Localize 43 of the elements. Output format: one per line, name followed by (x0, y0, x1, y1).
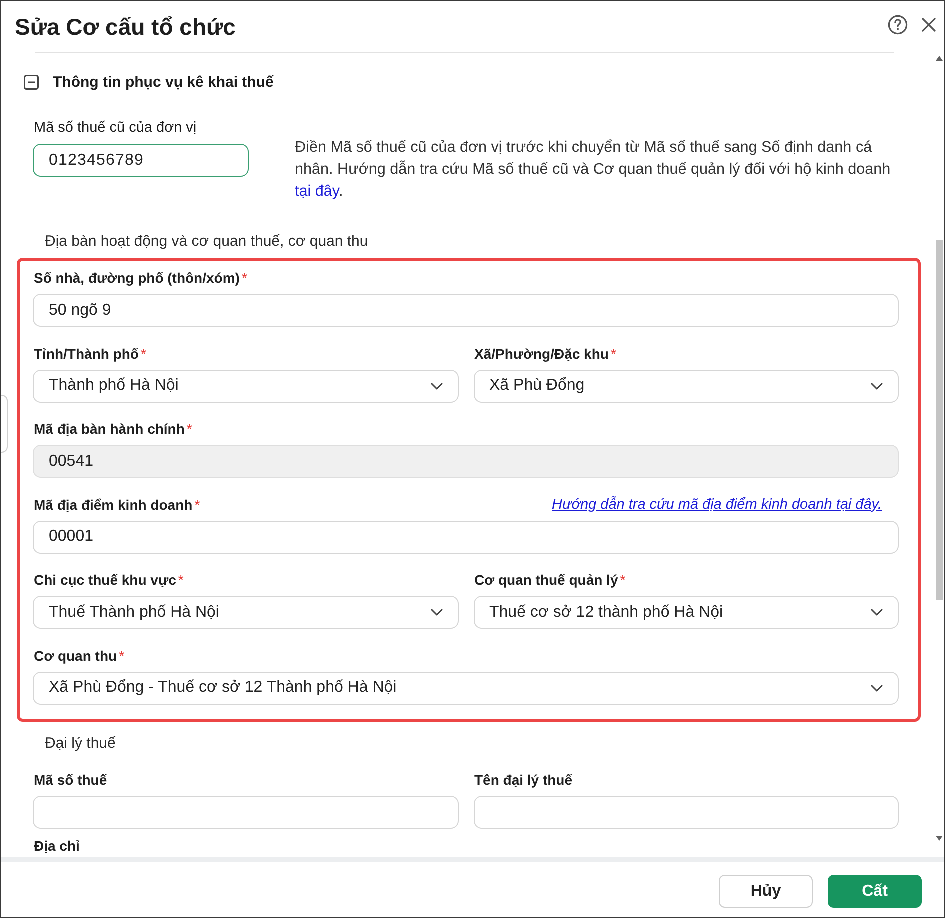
chevron-down-icon (430, 609, 442, 616)
scroll-down-icon[interactable] (936, 836, 942, 841)
section-title: Thông tin phục vụ kê khai thuế (53, 74, 274, 90)
text-field[interactable]: 00001 (33, 520, 899, 554)
close-icon[interactable] (922, 18, 936, 32)
help-link[interactable]: tại đây (295, 183, 339, 200)
text-field[interactable] (33, 796, 458, 828)
save-button[interactable]: Cất (828, 875, 922, 908)
help-link[interactable]: Hướng dẫn tra cứu mã địa điểm kinh doanh tại đây. (552, 496, 882, 512)
text-field[interactable]: 0123456789 (33, 144, 249, 177)
field-label: Mã số thuế cũ của đơn vị (34, 119, 198, 137)
chevron-down-icon (430, 382, 442, 390)
field-label: Tỉnh/Thành phố* (34, 344, 146, 362)
minus-square-icon[interactable] (24, 74, 39, 90)
field-label: Cơ quan thu* (34, 646, 125, 664)
field-label: Mã số thuế (34, 770, 108, 788)
scrollbar-thumb[interactable] (936, 240, 942, 600)
group-title: Đại lý thuế (44, 734, 117, 752)
field-label: Xã/Phường/Đặc khu* (474, 344, 616, 362)
field-label: Số nhà, đường phố (thôn/xóm)* (34, 269, 248, 287)
side-handle[interactable] (1, 395, 8, 453)
select-field[interactable]: Thuế cơ sở 12 thành phố Hà Nội (474, 596, 899, 629)
chevron-down-icon (871, 382, 883, 390)
field-label: Tên đại lý thuế (474, 770, 573, 788)
field-label: Chi cục thuế khu vực* (34, 571, 184, 589)
scroll-up-icon[interactable] (936, 56, 942, 61)
chevron-down-icon (871, 609, 883, 616)
cancel-button[interactable]: Hủy (719, 875, 813, 908)
field-label: Địa chỉ (34, 838, 80, 854)
group-title: Địa bàn hoạt động và cơ quan thuế, cơ quan thu (44, 233, 370, 251)
chevron-down-icon (871, 684, 883, 692)
select-field[interactable]: Thành phố Hà Nội (33, 370, 458, 402)
text-field[interactable]: 50 ngõ 9 (33, 294, 899, 327)
dialog-title: Sửa Cơ cấu tổ chức (15, 14, 237, 40)
help-text: Điền Mã số thuế cũ của đơn vị trước khi chuyển từ Mã số thuế sang Số định danh cá nhân. Hướng dẫn tra cứu Mã số thuế cũ và Cơ quan thuế quản lý đối với hộ kinh doanh tại đây. (295, 138, 892, 202)
help-icon[interactable] (888, 15, 908, 35)
select-field[interactable]: Xã Phù Đổng (474, 370, 899, 402)
field-label: Mã địa bàn hành chính* (34, 420, 192, 438)
field-label: Cơ quan thuế quản lý* (474, 571, 626, 589)
text-field[interactable] (474, 796, 899, 828)
select-field[interactable]: Thuế Thành phố Hà Nội (33, 596, 458, 629)
field-label: Mã địa điểm kinh doanh* (34, 496, 200, 514)
select-field[interactable]: Xã Phù Đổng - Thuế cơ sở 12 Thành phố Hà Nội (33, 672, 899, 704)
